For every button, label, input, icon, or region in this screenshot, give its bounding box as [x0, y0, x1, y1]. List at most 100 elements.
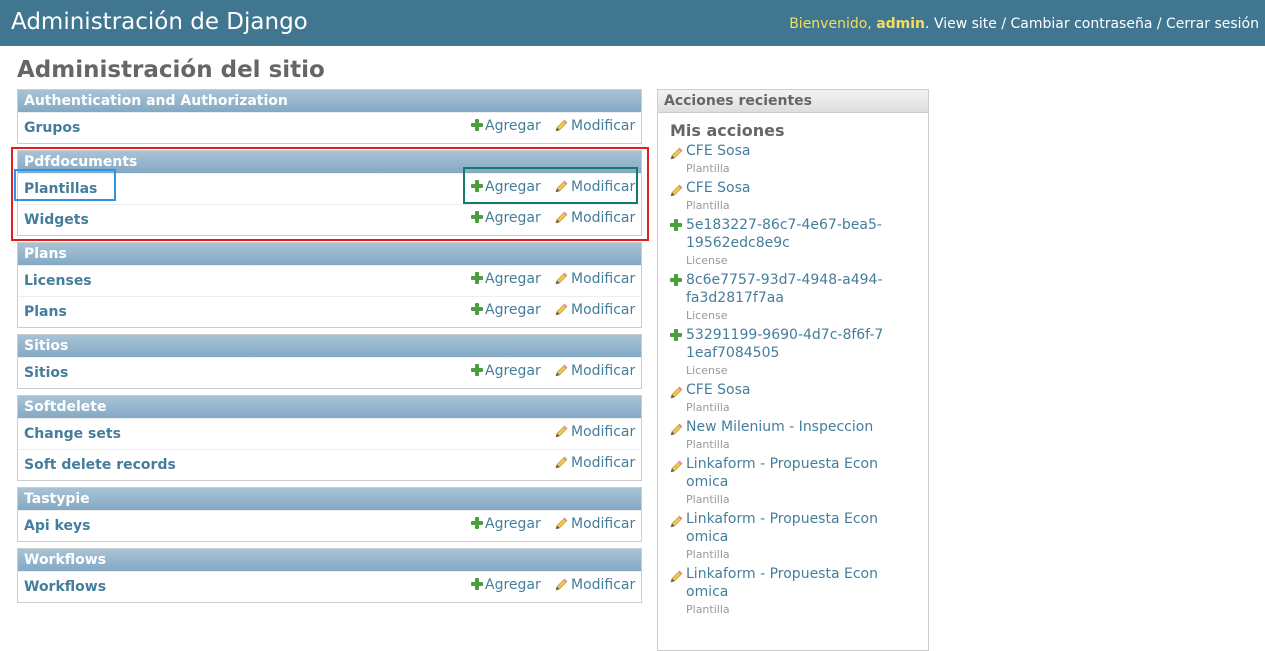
pencil-icon: [670, 458, 683, 473]
pencil-icon: [555, 358, 568, 377]
welcome-text: Bienvenido,: [789, 16, 872, 32]
recent-action-link[interactable]: Linkaform - Propuesta Economica: [686, 510, 886, 546]
change-password-link[interactable]: Cambiar contraseña: [1011, 16, 1153, 32]
recent-action-link[interactable]: 53291199-9690-4d7c-8f6f-71eaf7084505: [686, 326, 886, 362]
change-link[interactable]: Modificar: [555, 417, 635, 447]
user-tools: Bienvenido, admin. View site / Cambiar c…: [789, 16, 1259, 32]
model-link[interactable]: Api keys: [24, 511, 90, 541]
plus-icon: [670, 274, 682, 286]
page-title: Administración del sitio: [17, 57, 325, 83]
recent-action-item: 53291199-9690-4d7c-8f6f-71eaf7084505 Lice…: [670, 326, 928, 379]
recent-action-item: CFE Sosa Plantilla: [670, 142, 928, 177]
model-row-grupos: Grupos Agregar Modificar: [18, 112, 641, 143]
model-row-licenses: Licenses Agregar Modificar: [18, 265, 641, 296]
recent-action-type: Plantilla: [686, 603, 730, 616]
change-link[interactable]: Modificar: [555, 448, 635, 478]
recent-action-item: Linkaform - Propuesta Economica Plantilla: [670, 455, 928, 508]
app-caption[interactable]: Plans: [18, 243, 641, 265]
pencil-icon: [670, 568, 683, 583]
add-link[interactable]: Agregar: [471, 356, 541, 386]
recent-action-type: License: [686, 309, 728, 322]
model-link[interactable]: Soft delete records: [24, 450, 176, 480]
plus-icon: [471, 303, 483, 315]
recent-action-item: New Milenium - Inspeccion Plantilla: [670, 418, 928, 453]
model-link[interactable]: Grupos: [24, 113, 80, 143]
model-row-sitios: Sitios Agregar Modificar: [18, 357, 641, 388]
change-link[interactable]: Modificar: [555, 111, 635, 141]
recent-action-type: License: [686, 254, 728, 267]
plus-icon: [471, 119, 483, 131]
app-caption[interactable]: Sitios: [18, 335, 641, 357]
pencil-icon: [670, 384, 683, 399]
recent-action-type: Plantilla: [686, 199, 730, 212]
model-row-workflows: Workflows Agregar Modificar: [18, 571, 641, 602]
highlight-box-plantillas-actions: [463, 167, 638, 204]
recent-action-item: CFE Sosa Plantilla: [670, 381, 928, 416]
app-module-plans: Plans Licenses Agregar Modificar Plans Agrega…: [17, 242, 642, 328]
change-link[interactable]: Modificar: [555, 570, 635, 600]
plus-icon: [471, 364, 483, 376]
add-link[interactable]: Agregar: [471, 111, 541, 141]
recent-action-item: Linkaform - Propuesta Economica Plantilla: [670, 565, 928, 618]
recent-action-link[interactable]: 5e183227-86c7-4e67-bea5-19562edc8e9c: [686, 216, 886, 252]
header: Administración de Django Bienvenido, adm…: [0, 0, 1265, 46]
change-link[interactable]: Modificar: [555, 509, 635, 539]
model-link[interactable]: Sitios: [24, 358, 68, 388]
model-link[interactable]: Licenses: [24, 266, 92, 296]
recent-actions-list: CFE Sosa Plantilla CFE Sosa Plantilla 5e1832…: [658, 142, 928, 618]
recent-actions-title: Acciones recientes: [658, 90, 928, 113]
pencil-icon: [555, 450, 568, 469]
model-row-soft-delete-records: Soft delete records Modificar: [18, 449, 641, 480]
recent-action-item: Linkaform - Propuesta Economica Plantilla: [670, 510, 928, 563]
plus-icon: [670, 219, 682, 231]
recent-action-link[interactable]: Linkaform - Propuesta Economica: [686, 565, 886, 601]
recent-action-link[interactable]: CFE Sosa: [686, 381, 886, 399]
view-site-link[interactable]: View site: [934, 16, 997, 32]
pencil-icon: [670, 145, 683, 160]
change-link[interactable]: Modificar: [555, 356, 635, 386]
model-link[interactable]: Plans: [24, 297, 67, 327]
add-link[interactable]: Agregar: [471, 570, 541, 600]
recent-action-link[interactable]: CFE Sosa: [686, 179, 886, 197]
model-link[interactable]: Change sets: [24, 419, 121, 449]
recent-action-type: Plantilla: [686, 162, 730, 175]
app-module-sitios: Sitios Sitios Agregar Modificar: [17, 334, 642, 389]
username: admin: [876, 16, 926, 32]
recent-action-type: Plantilla: [686, 401, 730, 414]
pencil-icon: [555, 419, 568, 438]
recent-actions-panel: Acciones recientes Mis acciones CFE Sosa…: [657, 89, 929, 651]
app-module-workflows: Workflows Workflows Agregar Modificar: [17, 548, 642, 603]
recent-action-item: CFE Sosa Plantilla: [670, 179, 928, 214]
add-link[interactable]: Agregar: [471, 264, 541, 294]
recent-action-link[interactable]: Linkaform - Propuesta Economica: [686, 455, 886, 491]
pencil-icon: [555, 511, 568, 530]
pencil-icon: [670, 513, 683, 528]
app-module-tastypie: Tastypie Api keys Agregar Modificar: [17, 487, 642, 542]
model-row-plans: Plans Agregar Modificar: [18, 296, 641, 327]
app-caption[interactable]: Tastypie: [18, 488, 641, 510]
recent-action-item: 5e183227-86c7-4e67-bea5-19562edc8e9c Lice…: [670, 216, 928, 269]
app-module-softdelete: Softdelete Change sets Modificar Soft delet…: [17, 395, 642, 481]
highlight-box-plantillas: [14, 169, 116, 201]
add-link[interactable]: Agregar: [471, 509, 541, 539]
app-module-authentication-and-authorization: Authentication and Authorization Grupos Ag…: [17, 89, 642, 144]
pencil-icon: [670, 182, 683, 197]
app-caption[interactable]: Authentication and Authorization: [18, 90, 641, 112]
recent-action-link[interactable]: 8c6e7757-93d7-4948-a494-fa3d2817f7aa: [686, 271, 886, 307]
recent-action-type: Plantilla: [686, 548, 730, 561]
model-link[interactable]: Workflows: [24, 572, 106, 602]
recent-action-link[interactable]: New Milenium - Inspeccion: [686, 418, 886, 436]
logout-link[interactable]: Cerrar sesión: [1166, 16, 1259, 32]
change-link[interactable]: Modificar: [555, 264, 635, 294]
add-link[interactable]: Agregar: [471, 295, 541, 325]
site-branding[interactable]: Administración de Django: [11, 9, 308, 35]
model-row-change-sets: Change sets Modificar: [18, 418, 641, 449]
plus-icon: [670, 329, 682, 341]
recent-action-type: Plantilla: [686, 493, 730, 506]
model-row-api-keys: Api keys Agregar Modificar: [18, 510, 641, 541]
app-caption[interactable]: Softdelete: [18, 396, 641, 418]
recent-action-link[interactable]: CFE Sosa: [686, 142, 886, 160]
app-caption[interactable]: Workflows: [18, 549, 641, 571]
pencil-icon: [555, 266, 568, 285]
change-link[interactable]: Modificar: [555, 295, 635, 325]
